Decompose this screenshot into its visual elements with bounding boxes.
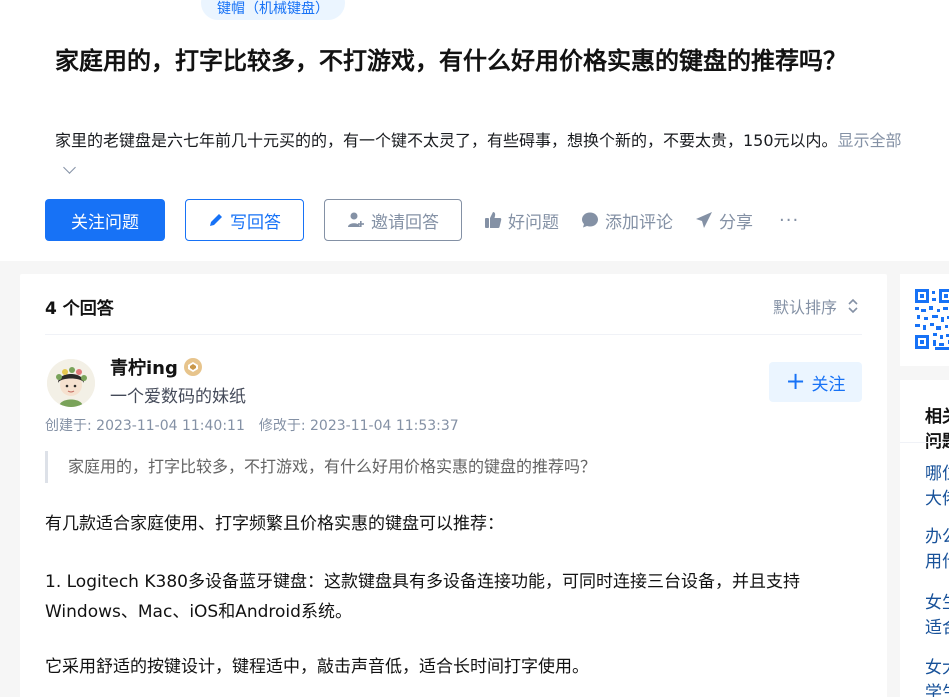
answer-count: 4 个回答 bbox=[45, 299, 114, 319]
sort-icon bbox=[848, 298, 858, 314]
good-question-button[interactable]: 好问题 bbox=[484, 208, 559, 233]
question-detail-text: 家里的老键盘是六七年前几十元买的的，有一个键不太灵了，有些碍事，想换个新的，不要… bbox=[55, 131, 838, 150]
sort-label: 默认排序 bbox=[772, 298, 837, 317]
question-title: 家庭用的，打字比较多，不打游戏，有什么好用价格实惠的键盘的推荐吗？ bbox=[55, 47, 847, 75]
related-question-link[interactable]: 哪位大佬能推荐一款两百的机械键盘？ bbox=[925, 462, 949, 512]
avatar-image bbox=[47, 359, 95, 407]
answer-dates: 创建于: 2023-11-04 11:40:11 修改于: 2023-11-04 … bbox=[45, 415, 459, 435]
invite-answer-label: 邀请回答 bbox=[371, 212, 439, 232]
created-date: 创建于: 2023-11-04 11:40:11 bbox=[45, 418, 245, 434]
thumbs-up-icon bbox=[485, 212, 502, 228]
answer-paragraph: 它采用舒适的按键设计，键程适中，敲击声音低，适合长时间打字使用。 bbox=[45, 657, 589, 677]
topic-tag[interactable]: 键帽（机械键盘） bbox=[201, 0, 345, 20]
question-header: 键帽（机械键盘） 家庭用的，打字比较多，不打游戏，有什么好用价格实惠的键盘的推荐… bbox=[0, 0, 949, 261]
author-bio: 一个爱数码的妹纸 bbox=[110, 387, 246, 407]
avatar[interactable] bbox=[47, 359, 95, 407]
share-button[interactable]: 分享 bbox=[695, 208, 753, 233]
related-question-link[interactable]: 女生适合用什么样的机械键盘？ bbox=[925, 591, 949, 641]
pencil-icon bbox=[210, 214, 222, 226]
modified-date: 修改于: 2023-11-04 11:53:37 bbox=[258, 418, 459, 434]
divider bbox=[900, 442, 949, 443]
quote-block: 家庭用的，打字比较多，不打游戏，有什么好用价格实惠的键盘的推荐吗？ bbox=[45, 451, 862, 483]
follow-question-button[interactable]: 关注问题 bbox=[45, 199, 165, 241]
follow-author-button[interactable]: + 关注 bbox=[769, 362, 862, 402]
chevron-down-icon bbox=[63, 161, 76, 174]
qr-code-icon[interactable] bbox=[915, 289, 949, 351]
app-download-card bbox=[900, 274, 949, 366]
follow-author-label: 关注 bbox=[811, 374, 846, 395]
related-question-link[interactable]: 女大学生选什么键盘？ bbox=[925, 656, 949, 697]
show-all-label: 显示全部 bbox=[837, 131, 902, 150]
question-detail: 家里的老键盘是六七年前几十元买的的，有一个键不太灵了，有些碍事，想换个新的，不要… bbox=[55, 126, 905, 186]
related-questions-title: 相关问题 bbox=[925, 407, 949, 452]
comment-icon bbox=[582, 212, 598, 228]
more-button[interactable]: ··· bbox=[779, 210, 799, 231]
invite-answer-button[interactable]: 邀请回答 bbox=[324, 199, 462, 241]
divider bbox=[45, 334, 862, 335]
add-comment-button[interactable]: 添加评论 bbox=[581, 208, 673, 233]
question-actions: 关注问题 写回答 邀请回答 好问题 添加评论 分享 ··· bbox=[45, 199, 799, 241]
related-question-link[interactable]: 办公用什么键盘比较好用？ bbox=[925, 525, 949, 575]
share-label: 分享 bbox=[719, 212, 753, 233]
sort-dropdown[interactable]: 默认排序 bbox=[773, 294, 859, 318]
plus-icon: + bbox=[785, 367, 806, 395]
author-name[interactable]: 青柠ing bbox=[110, 354, 202, 380]
answer-list-card: 4 个回答 默认排序 青柠ing 一个爱数码的妹纸 + 关注 创建于: 2023… bbox=[20, 274, 887, 697]
answer-paragraph: 1. Logitech K380多设备蓝牙键盘：这款键盘具有多设备连接功能，可同… bbox=[45, 572, 800, 622]
add-comment-label: 添加评论 bbox=[605, 212, 673, 233]
good-question-label: 好问题 bbox=[508, 212, 559, 233]
related-questions-card: 相关问题 哪位大佬能推荐一款两百的机械键盘？ 办公用什么键盘比较好用？ 女生适合… bbox=[900, 380, 949, 697]
creator-badge-icon bbox=[183, 358, 202, 376]
paper-plane-icon bbox=[696, 212, 712, 228]
write-answer-button[interactable]: 写回答 bbox=[185, 199, 304, 241]
author-name-text: 青柠ing bbox=[110, 358, 178, 379]
answer-paragraph: 有几款适合家庭使用、打字频繁且价格实惠的键盘可以推荐： bbox=[45, 514, 504, 534]
add-user-icon bbox=[348, 212, 364, 227]
write-answer-label: 写回答 bbox=[230, 212, 281, 232]
